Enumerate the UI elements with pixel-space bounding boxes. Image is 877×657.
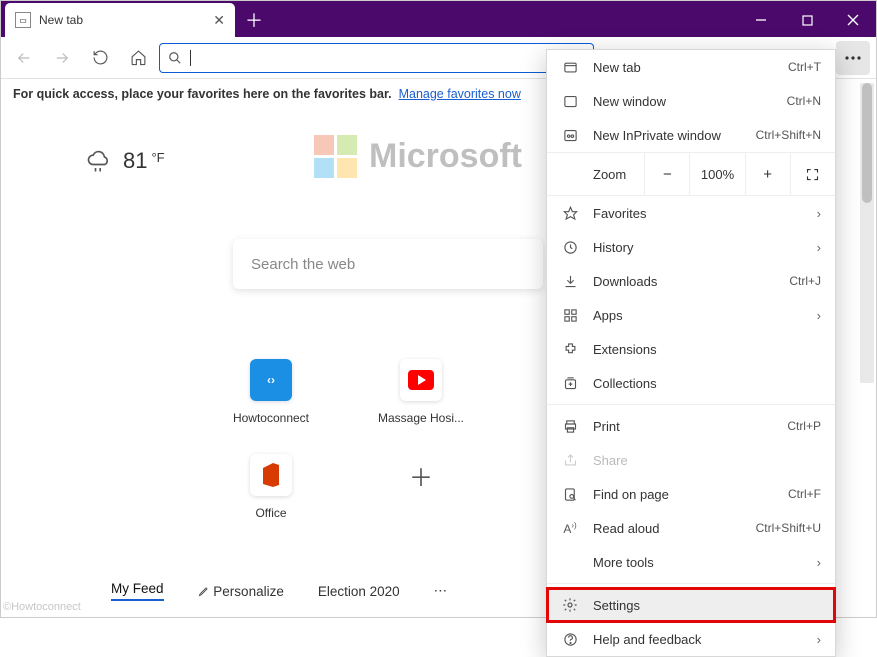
close-window-button[interactable]: [830, 3, 876, 37]
weather-icon: [85, 147, 113, 175]
microsoft-logo: Microsoft: [314, 135, 522, 178]
minimize-button[interactable]: [738, 3, 784, 37]
logo-text: Microsoft: [369, 137, 522, 176]
menu-history[interactable]: History ›: [547, 230, 835, 264]
menu-help[interactable]: Help and feedback ›: [547, 622, 835, 656]
extensions-icon: [561, 342, 579, 357]
menu-print[interactable]: Print Ctrl+P: [547, 409, 835, 443]
menu-extensions[interactable]: Extensions: [547, 332, 835, 366]
weather-widget[interactable]: 81 °F: [85, 147, 165, 175]
tab-close-button[interactable]: ✕: [213, 12, 225, 29]
menu-separator: [547, 583, 835, 584]
chevron-right-icon: ›: [817, 308, 821, 323]
menu-share: Share: [547, 443, 835, 477]
menu-new-window[interactable]: New window Ctrl+N: [547, 84, 835, 118]
forward-button[interactable]: [45, 41, 79, 75]
menu-favorites[interactable]: Favorites ›: [547, 196, 835, 230]
watermark: ©Howtoconnect: [3, 601, 81, 613]
pencil-icon: [198, 585, 210, 597]
menu-new-tab[interactable]: New tab Ctrl+T: [547, 50, 835, 84]
gear-icon: [561, 597, 579, 613]
history-icon: [561, 240, 579, 255]
new-tab-button[interactable]: ＋: [239, 5, 269, 35]
titlebar: ▭ New tab ✕ ＋: [1, 1, 876, 37]
menu-more-tools[interactable]: More tools ›: [547, 545, 835, 579]
chevron-right-icon: ›: [817, 206, 821, 221]
feed-nav: My Feed Personalize Election 2020 ⋯: [111, 581, 447, 601]
new-tab-icon: [561, 60, 579, 75]
find-icon: [561, 487, 579, 502]
collections-icon: [561, 376, 579, 391]
zoom-out-button[interactable]: −: [644, 153, 689, 195]
menu-collections[interactable]: Collections: [547, 366, 835, 400]
nav-election[interactable]: Election 2020: [318, 584, 400, 599]
menu-find[interactable]: Find on page Ctrl+F: [547, 477, 835, 511]
download-icon: [561, 274, 579, 289]
tab-title: New tab: [39, 13, 205, 27]
nav-more[interactable]: ⋯: [434, 583, 448, 599]
zoom-in-button[interactable]: +: [745, 153, 790, 195]
plus-icon: ＋: [400, 454, 442, 496]
search-placeholder: Search the web: [251, 256, 355, 273]
tile-label: Massage Hosi...: [378, 411, 464, 425]
scrollbar-thumb[interactable]: [862, 83, 872, 203]
zoom-label: Zoom: [547, 167, 644, 182]
refresh-button[interactable]: [83, 41, 117, 75]
ellipsis-icon: [845, 56, 861, 60]
print-icon: [561, 419, 579, 434]
menu-settings[interactable]: Settings: [547, 588, 835, 622]
tile-icon: ‹›: [250, 359, 292, 401]
back-button[interactable]: [7, 41, 41, 75]
fullscreen-button[interactable]: [790, 153, 835, 195]
share-icon: [561, 453, 579, 468]
weather-unit: °F: [151, 150, 164, 165]
new-window-icon: [561, 94, 579, 109]
browser-tab[interactable]: ▭ New tab ✕: [5, 3, 235, 37]
tile-label: Office: [255, 506, 286, 520]
menu-read-aloud[interactable]: A›) Read aloud Ctrl+Shift+U: [547, 511, 835, 545]
help-icon: [561, 632, 579, 647]
zoom-value: 100%: [689, 153, 744, 195]
menu-zoom-row: Zoom − 100% +: [547, 152, 835, 196]
tile-icon: [400, 359, 442, 401]
logo-squares-icon: [314, 135, 357, 178]
top-site-massage[interactable]: Massage Hosi...: [376, 359, 466, 425]
cursor-icon: [190, 50, 191, 66]
menu-downloads[interactable]: Downloads Ctrl+J: [547, 264, 835, 298]
manage-favorites-link[interactable]: Manage favorites now: [399, 87, 521, 101]
star-icon: [561, 206, 579, 221]
inprivate-icon: [561, 128, 579, 143]
chevron-right-icon: ›: [817, 632, 821, 647]
tile-icon: [250, 454, 292, 496]
chevron-right-icon: ›: [817, 240, 821, 255]
window-controls: [738, 3, 876, 37]
nav-personalize[interactable]: Personalize: [198, 584, 284, 599]
tile-label: Howtoconnect: [233, 411, 309, 425]
add-site-button[interactable]: ＋: [376, 454, 466, 520]
search-web-box[interactable]: Search the web: [233, 239, 543, 289]
search-icon: [168, 51, 182, 65]
weather-temp: 81: [123, 148, 147, 174]
vertical-scrollbar[interactable]: [860, 83, 874, 383]
menu-separator: [547, 404, 835, 405]
maximize-button[interactable]: [784, 3, 830, 37]
chevron-right-icon: ›: [817, 555, 821, 570]
address-bar[interactable]: [159, 43, 594, 73]
home-button[interactable]: [121, 41, 155, 75]
read-aloud-icon: A›): [561, 521, 579, 536]
favbar-text: For quick access, place your favorites h…: [13, 87, 392, 101]
top-site-howtoconnect[interactable]: ‹› Howtoconnect: [226, 359, 316, 425]
tab-favicon-icon: ▭: [15, 12, 31, 28]
app-menu: New tab Ctrl+T New window Ctrl+N New InP…: [546, 49, 836, 657]
app-menu-button[interactable]: [836, 41, 870, 75]
top-sites-row-2: Office ＋: [226, 454, 466, 520]
nav-my-feed[interactable]: My Feed: [111, 581, 164, 601]
menu-new-inprivate[interactable]: New InPrivate window Ctrl+Shift+N: [547, 118, 835, 152]
apps-icon: [561, 308, 579, 323]
top-site-office[interactable]: Office: [226, 454, 316, 520]
menu-apps[interactable]: Apps ›: [547, 298, 835, 332]
